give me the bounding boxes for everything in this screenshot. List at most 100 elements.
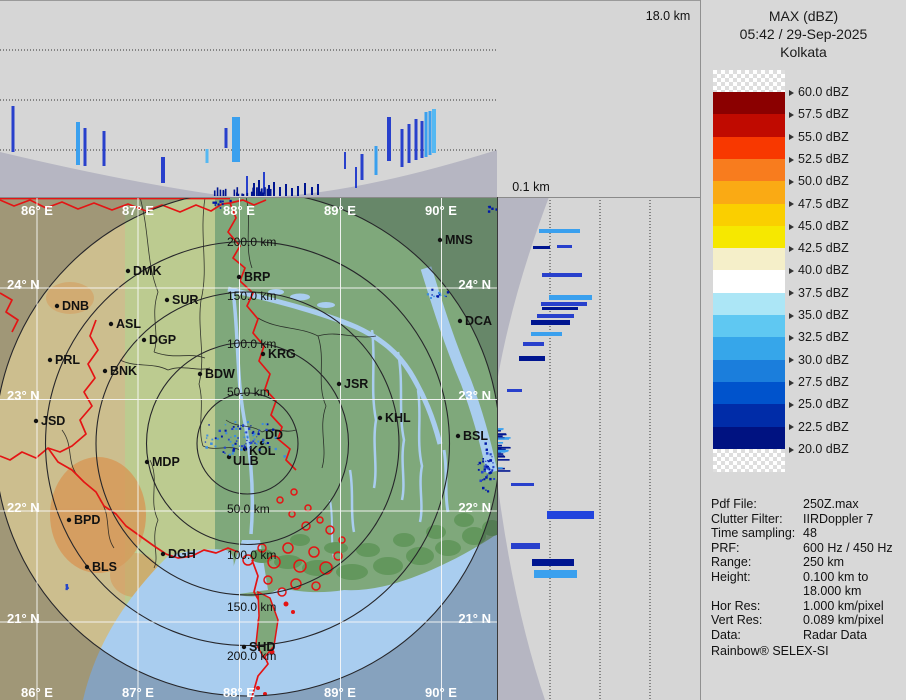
- echo-bar: [407, 124, 411, 163]
- echo-speck: [235, 440, 238, 442]
- echo-speck: [497, 438, 510, 440]
- scale-swatch: [713, 158, 785, 182]
- echo-speck: [246, 439, 248, 442]
- echo-speck: [262, 441, 264, 444]
- echo-speck: [253, 191, 256, 196]
- echo-speck: [431, 288, 434, 291]
- echo-speck: [491, 470, 493, 473]
- scale-label: 30.0 dBZ: [789, 353, 849, 367]
- echo-speck: [227, 438, 230, 441]
- echo-speck: [228, 453, 231, 456]
- scale-swatch: [713, 359, 785, 383]
- echo-speck: [492, 462, 494, 464]
- echo-speck: [272, 428, 275, 431]
- echo-speck: [244, 431, 246, 433]
- echo-bar: [511, 543, 540, 549]
- echo-speck: [257, 440, 260, 443]
- echo-speck: [248, 441, 251, 444]
- echo-speck: [214, 204, 217, 206]
- city-label: BNK: [110, 364, 137, 378]
- echo-speck: [497, 435, 503, 438]
- echo-bar: [541, 302, 587, 306]
- city-dot: [241, 644, 247, 650]
- echo-speck: [210, 442, 213, 445]
- echo-speck: [482, 458, 485, 460]
- echo-speck: [497, 449, 509, 452]
- echo-speck: [497, 433, 506, 435]
- scale-label: 47.5 dBZ: [789, 197, 849, 211]
- echo-speck: [262, 438, 265, 442]
- echo-speck: [489, 459, 493, 462]
- scale-swatch: [713, 270, 785, 294]
- scale-label: 20.0 dBZ: [789, 442, 849, 456]
- scale-swatch: [713, 181, 785, 204]
- ring-label: 50.0 km: [227, 385, 270, 399]
- echo-speck: [250, 425, 252, 427]
- echo-speck: [234, 421, 237, 424]
- echo-speck: [445, 295, 447, 298]
- city-label: BSL: [463, 429, 488, 443]
- lat-label: 22° N: [458, 500, 491, 515]
- echo-speck: [225, 432, 228, 435]
- echo-speck: [254, 442, 256, 444]
- echo-speck: [487, 490, 490, 493]
- echo-speck: [224, 424, 227, 426]
- echo-speck: [222, 191, 225, 196]
- echo-speck: [252, 430, 255, 433]
- echo-speck: [245, 431, 248, 434]
- top-profile-panel: [0, 0, 700, 197]
- lat-label: 24° N: [458, 277, 491, 292]
- echo-speck: [478, 461, 482, 465]
- station-name: Kolkata: [780, 44, 827, 60]
- echo-bar: [102, 131, 106, 166]
- lon-label: 89° E: [324, 203, 356, 218]
- echo-bar: [83, 128, 87, 166]
- lat-label: 22° N: [7, 500, 40, 515]
- echo-speck: [485, 449, 487, 451]
- echo-bar: [317, 184, 319, 195]
- echo-speck: [269, 446, 271, 448]
- echo-speck: [257, 431, 259, 433]
- echo-speck: [249, 447, 251, 449]
- city-label: JSD: [41, 414, 65, 428]
- echo-speck: [264, 187, 266, 196]
- echo-speck: [206, 434, 209, 437]
- echo-bar: [523, 342, 544, 346]
- city-label: SUR: [172, 293, 198, 307]
- city-dot: [66, 517, 72, 523]
- echo-speck: [258, 188, 261, 196]
- echo-speck: [492, 466, 494, 469]
- echo-speck: [211, 438, 214, 441]
- city-dot: [102, 368, 108, 374]
- echo-speck: [230, 436, 232, 438]
- city-label: ASL: [116, 317, 141, 331]
- lon-label: 88° E: [223, 685, 255, 700]
- echo-speck: [491, 456, 493, 458]
- city-dot: [197, 371, 203, 377]
- echo-speck: [240, 448, 243, 451]
- info-row: Height: 0.100 km to: [711, 569, 869, 584]
- echo-speck: [479, 479, 483, 483]
- city-dot: [33, 418, 39, 424]
- echo-speck: [256, 436, 258, 438]
- echo-speck: [219, 207, 222, 209]
- city-dot: [236, 274, 242, 280]
- echo-bar: [533, 246, 550, 249]
- echo-bar: [557, 245, 572, 248]
- echo-speck: [246, 435, 249, 438]
- echo-speck: [246, 421, 250, 424]
- echo-bar: [76, 122, 80, 165]
- city-label: JSR: [344, 377, 368, 391]
- lon-label: 87° E: [122, 203, 154, 218]
- scale-label: 42.5 dBZ: [789, 241, 849, 255]
- echo-speck: [443, 295, 446, 297]
- city-dot: [125, 268, 131, 274]
- echo-speck: [237, 425, 239, 428]
- scale-swatch: [713, 404, 785, 427]
- echo-speck: [208, 424, 210, 426]
- echo-speck: [239, 427, 242, 430]
- echo-speck: [216, 437, 219, 440]
- echo-bar: [344, 152, 346, 169]
- product-datetime: 05:42 / 29-Sep-2025: [739, 26, 868, 42]
- echo-speck: [252, 434, 255, 437]
